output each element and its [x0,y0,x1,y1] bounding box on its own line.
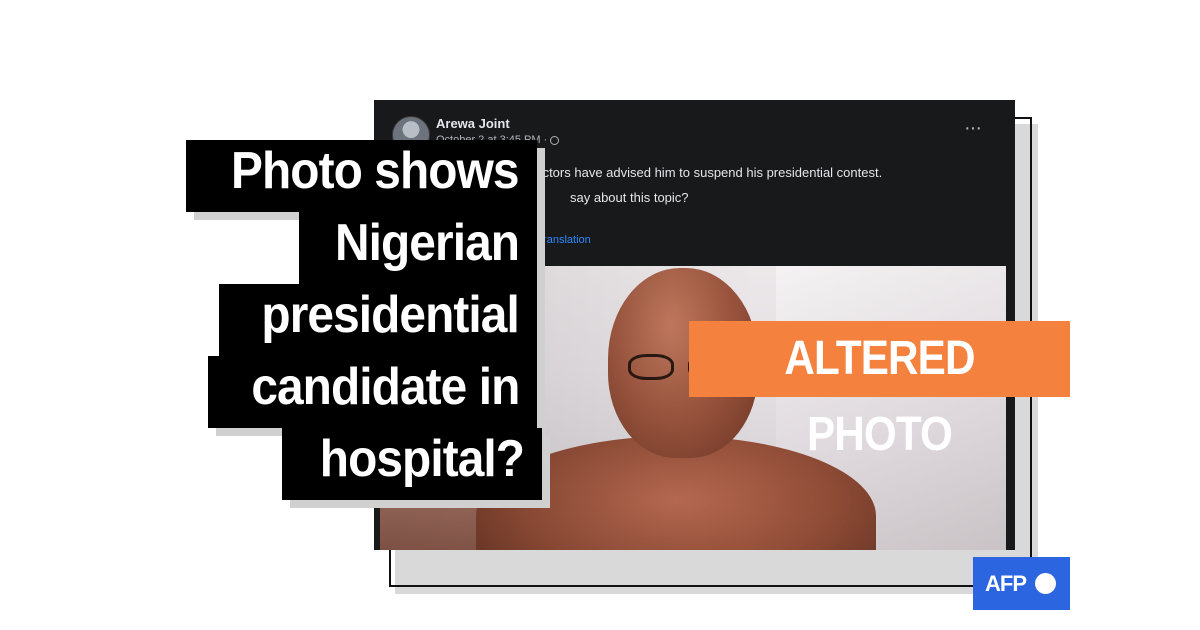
timestamp-text: October 2 at 3:45 PM · [436,134,548,146]
post-text: s doctors have advised him to suspend hi… [392,160,999,210]
altered-photo-badge: ALTERED PHOTO [689,321,1070,461]
globe-icon [550,135,560,145]
post-header: Arewa Joint October 2 at 3:45 PM · ··· [392,114,999,154]
afp-dot-icon [1035,573,1056,594]
see-translation-link[interactable]: translation [540,234,591,246]
afp-logo-text: AFP [985,571,1027,596]
post-text-line: s doctors have advised him to suspend hi… [518,165,883,180]
post-timestamp: October 2 at 3:45 PM · [436,134,560,146]
post-text-line: say about this topic? [570,190,689,205]
post-author[interactable]: Arewa Joint [436,116,510,131]
avatar[interactable] [392,116,430,154]
more-options-icon[interactable]: ··· [964,118,982,138]
afp-logo: AFP [973,557,1070,610]
